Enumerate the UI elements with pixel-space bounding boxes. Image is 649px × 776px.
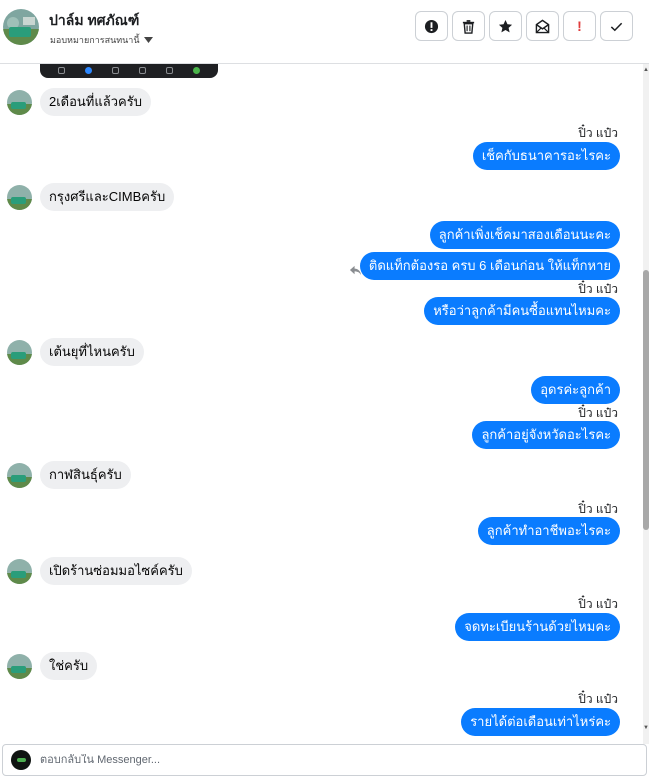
incoming-bubble[interactable]: กาฬสินธุ์ครับ: [40, 461, 131, 489]
star-icon: [498, 19, 513, 32]
contact-avatar[interactable]: [3, 9, 39, 45]
outgoing-bubble[interactable]: รายได้ต่อเดือนเท่าไหร่คะ: [461, 708, 620, 736]
report-spam-button[interactable]: [415, 11, 448, 41]
assign-label: มอบหมายการสนทนานี้: [50, 35, 140, 45]
conversation-header: ปาล์ม ทศภัณฑ์ มอบหมายการสนทนานี้ !: [0, 0, 649, 64]
scroll-down-arrow[interactable]: ▼: [643, 724, 649, 732]
message-thread[interactable]: 2เดือนที่แล้วครับ ปิ๋ว แป๋ว เช็คกับธนาคา…: [0, 64, 643, 743]
sender-name: ปิ๋ว แป๋ว: [578, 692, 618, 706]
report-spam-icon: [424, 19, 439, 33]
outgoing-bubble[interactable]: จดทะเบียนร้านด้วยไหมคะ: [455, 613, 620, 641]
outgoing-bubble[interactable]: เช็คกับธนาคารอะไรคะ: [472, 142, 620, 170]
contact-name: ปาล์ม ทศภัณฑ์: [49, 12, 140, 28]
scroll-up-arrow[interactable]: ▲: [643, 66, 649, 74]
incoming-bubble[interactable]: เต้นยุที่ไหนครับ: [40, 338, 144, 366]
assign-conversation-dropdown[interactable]: มอบหมายการสนทนานี้: [50, 33, 153, 47]
incoming-bubble[interactable]: กรุงศรีและCIMBครับ: [40, 183, 175, 211]
mark-done-button[interactable]: [600, 11, 633, 41]
mark-unread-icon: [535, 19, 550, 33]
outgoing-bubble[interactable]: หรือว่าลูกค้ามีคนซื้อแทนไหมคะ: [424, 297, 620, 325]
follow-up-button[interactable]: !: [563, 11, 596, 41]
incoming-message: ใช่ครับ: [7, 652, 98, 680]
outgoing-bubble[interactable]: ลูกค้าทำอาชีพอะไรคะ: [477, 517, 620, 545]
mark-unread-button[interactable]: [526, 11, 559, 41]
contact-avatar-small: [7, 558, 32, 584]
incoming-message: เปิดร้านซ่อมมอไซค์ครับ: [7, 557, 192, 585]
shared-screenshot-image[interactable]: [40, 64, 218, 78]
header-actions: !: [415, 11, 633, 41]
star-button[interactable]: [489, 11, 522, 41]
contact-avatar-small: [7, 462, 32, 488]
done-icon: [610, 22, 623, 31]
contact-avatar-small: [7, 89, 32, 115]
sender-name: ปิ๋ว แป๋ว: [578, 597, 618, 611]
delete-button[interactable]: [452, 11, 485, 41]
incoming-message: กาฬสินธุ์ครับ: [7, 461, 131, 489]
incoming-bubble[interactable]: เปิดร้านซ่อมมอไซค์ครับ: [40, 557, 192, 585]
outgoing-bubble[interactable]: อุดรค่ะลูกค้า: [531, 376, 620, 404]
incoming-bubble[interactable]: ใช่ครับ: [40, 652, 98, 680]
sender-name: ปิ๋ว แป๋ว: [578, 126, 618, 140]
caret-down-icon: [143, 37, 153, 43]
outgoing-bubble[interactable]: ติดแท็กต้องรอ ครบ 6 เดือนก่อน ให้แท็กหาย: [359, 252, 620, 280]
incoming-message: 2เดือนที่แล้วครับ: [7, 88, 151, 116]
reply-bar: [2, 744, 647, 776]
contact-avatar-small: [7, 653, 32, 679]
incoming-message: เต้นยุที่ไหนครับ: [7, 338, 144, 366]
outgoing-bubble[interactable]: ลูกค้าเพิ่งเช็คมาสองเดือนนะคะ: [429, 221, 620, 249]
reply-input[interactable]: [40, 754, 620, 766]
trash-icon: [462, 19, 475, 34]
incoming-message: กรุงศรีและCIMBครับ: [7, 183, 175, 211]
scrollbar-thumb[interactable]: [643, 270, 649, 530]
page-avatar: [11, 750, 31, 770]
outgoing-bubble[interactable]: ลูกค้าอยู่จังหวัดอะไรคะ: [472, 421, 620, 449]
follow-up-icon: !: [577, 18, 582, 34]
contact-avatar-small: [7, 184, 32, 210]
contact-avatar-small: [7, 339, 32, 365]
incoming-bubble[interactable]: 2เดือนที่แล้วครับ: [40, 88, 151, 116]
